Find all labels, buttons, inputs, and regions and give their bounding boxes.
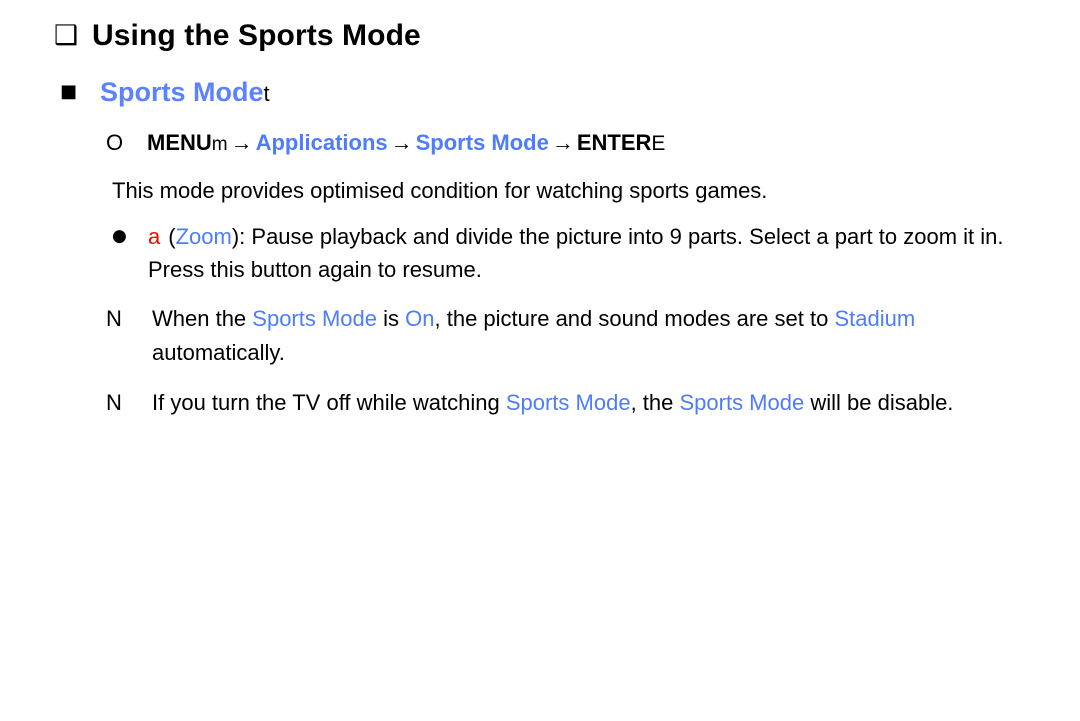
note-row-1: N When the Sports Mode is On, the pictur…: [0, 302, 1080, 370]
dot-bullet-icon: ●: [112, 226, 127, 246]
note1-highlight-on: On: [405, 306, 435, 331]
arrow-icon-1: →: [230, 130, 253, 155]
subheading-text: Sports Mode: [100, 77, 264, 107]
note1-part2: is: [377, 306, 406, 331]
mode-description: This mode provides optimised condition f…: [112, 178, 768, 203]
menu-path-step-sports-mode: Sports Mode: [415, 130, 549, 155]
note1-part1: When the: [152, 306, 253, 331]
menu-button-label: MENU: [147, 130, 212, 155]
subheading-row: ■ Sports Modet: [0, 75, 1080, 111]
enter-key-glyph-icon: E: [651, 132, 666, 155]
document-page: ❑ Using the Sports Mode ■ Sports Modet O…: [0, 16, 1080, 721]
zoom-description-line1: Pause playback and divide the picture in…: [251, 224, 873, 249]
paren-open: (: [168, 224, 176, 249]
filled-square-bullet-icon: ■: [60, 81, 78, 102]
paren-close-colon: ):: [231, 224, 252, 249]
note1-part4: automatically.: [152, 340, 285, 365]
page-title-row: ❑ Using the Sports Mode: [0, 16, 1080, 56]
remote-key-glyph-icon: t: [263, 81, 270, 106]
note2-part2: , the: [630, 390, 680, 415]
note-body-1: When the Sports Mode is On, the picture …: [152, 302, 1052, 370]
circle-marker-icon: O: [106, 130, 124, 155]
zoom-label: Zoom: [175, 224, 232, 249]
note-row-2: N If you turn the TV off while watching …: [0, 386, 1080, 420]
subheading-label: Sports Modet: [100, 75, 270, 111]
note1-highlight-sports-mode: Sports Mode: [252, 306, 378, 331]
note2-highlight-sports-mode-2: Sports Mode: [679, 390, 805, 415]
page-title: Using the Sports Mode: [92, 19, 421, 52]
note-marker-icon-1: N: [106, 306, 122, 331]
menu-path: MENUm → Applications → Sports Mode → ENTERE: [147, 128, 665, 160]
zoom-bullet-body: a (Zoom): Pause playback and divide the p…: [148, 220, 1038, 286]
note-marker-icon-2: N: [106, 390, 122, 415]
note2-part4: disable.: [877, 390, 954, 415]
menu-path-row: O MENUm → Applications → Sports Mode → ENTERE: [0, 128, 1080, 160]
hollow-square-bullet-icon: ❑: [54, 20, 79, 51]
note2-part3: will be: [804, 390, 872, 415]
note2-highlight-sports-mode-1: Sports Mode: [505, 390, 631, 415]
color-key-a-label: a: [148, 224, 161, 249]
zoom-bullet-row: ● a (Zoom): Pause playback and divide the…: [0, 220, 1080, 286]
arrow-icon-2: →: [390, 130, 413, 155]
note1-highlight-stadium: Stadium: [834, 306, 916, 331]
menu-path-step-applications: Applications: [255, 130, 388, 155]
note-body-2: If you turn the TV off while watching Sp…: [152, 386, 953, 420]
note1-part3: , the picture and sound modes are set to: [434, 306, 829, 331]
enter-button-label: ENTER: [576, 130, 652, 155]
note2-part1: If you turn the TV off while watching: [152, 390, 506, 415]
arrow-icon-3: →: [551, 130, 574, 155]
menu-key-glyph-icon: m: [211, 134, 228, 155]
